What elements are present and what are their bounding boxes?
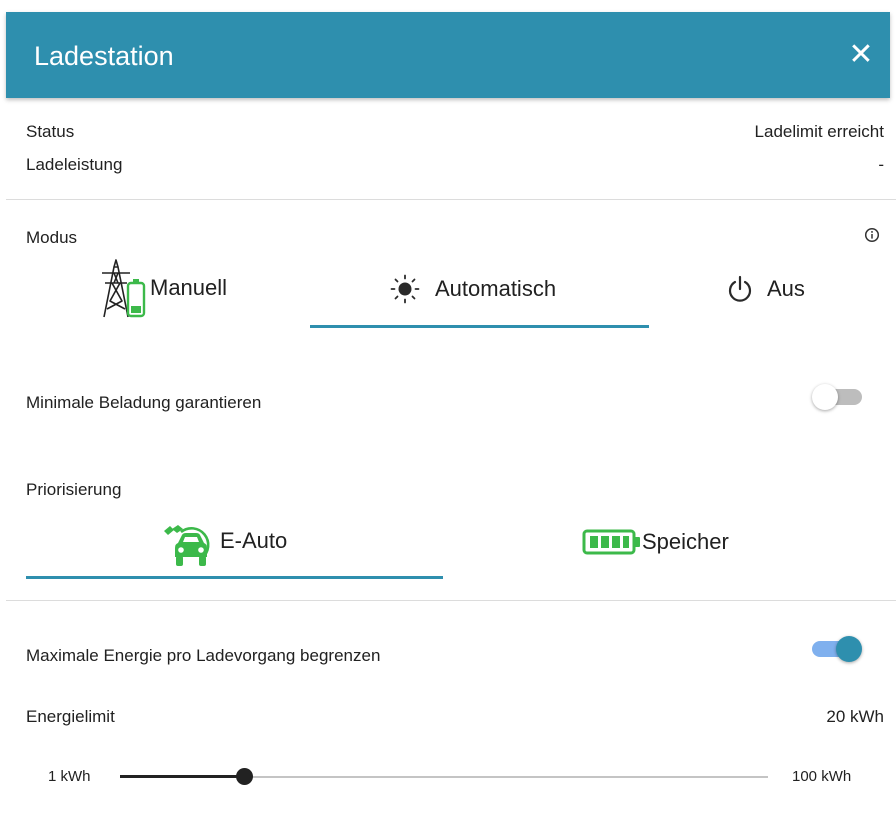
mode-label: Modus <box>26 228 78 247</box>
energy-limit-label: Energielimit <box>26 707 115 726</box>
slider-thumb[interactable] <box>236 768 254 785</box>
energy-limit-slider[interactable] <box>120 766 768 788</box>
min-charge-label: Minimale Beladung garantieren <box>26 393 262 412</box>
section-divider <box>6 199 896 200</box>
slider-max-label: 100 kWh <box>792 768 852 785</box>
max-energy-label: Maximale Energie pro Ladevorgang begrenz… <box>26 646 381 665</box>
info-circle-icon[interactable] <box>864 227 880 243</box>
mode-tab-indicator <box>310 325 649 328</box>
tab-mode-off-label: Aus <box>767 276 805 301</box>
priority-tab-indicator <box>26 576 443 579</box>
charging-power-value: - <box>878 155 884 174</box>
min-charge-switch[interactable] <box>812 384 862 410</box>
slider-fill <box>120 775 245 778</box>
charging-power-label: Ladeleistung <box>26 155 123 174</box>
close-icon: ✕ <box>848 38 874 71</box>
sun-icon <box>390 274 420 304</box>
priority-label: Priorisierung <box>26 480 122 499</box>
status-label: Status <box>26 122 75 141</box>
tab-mode-manual-label: Manuell <box>150 275 228 300</box>
tab-priority-ev[interactable]: E-Auto <box>162 512 287 570</box>
min-charge-switch-knob <box>812 384 838 410</box>
slider-min-label: 1 kWh <box>48 768 91 785</box>
max-energy-switch-knob <box>836 636 862 662</box>
tab-priority-storage[interactable]: Speicher <box>582 525 729 559</box>
tab-mode-manual[interactable]: Manuell <box>100 257 227 319</box>
dialog-title: Ladestation <box>34 41 174 71</box>
section-divider <box>6 600 896 601</box>
tab-priority-ev-label: E-Auto <box>220 528 288 553</box>
battery-icon <box>582 529 640 555</box>
status-value: Ladelimit erreicht <box>754 122 884 141</box>
power-icon <box>728 275 752 302</box>
power-pylon-battery-icon <box>102 259 146 318</box>
tab-mode-automatic-label: Automatisch <box>435 276 557 301</box>
tab-mode-automatic[interactable]: Automatisch <box>390 272 556 306</box>
tab-mode-off[interactable]: Aus <box>727 272 805 306</box>
max-energy-switch[interactable] <box>812 636 862 662</box>
tab-priority-storage-label: Speicher <box>642 529 729 554</box>
dialog-header: Ladestation ✕ <box>6 12 890 98</box>
ev-car-plug-icon <box>164 525 210 566</box>
close-button[interactable]: ✕ <box>844 38 878 72</box>
energy-limit-value: 20 kWh <box>826 707 884 726</box>
dialog-top-margin <box>0 0 896 12</box>
